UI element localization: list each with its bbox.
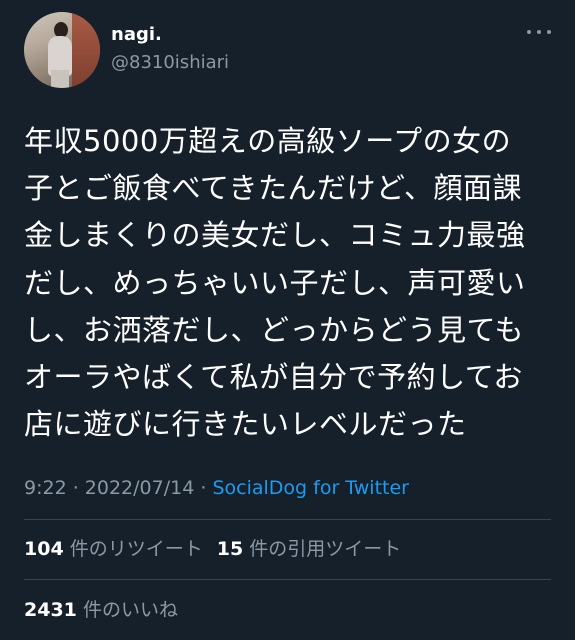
likes-label: 件のいいね bbox=[82, 599, 178, 621]
retweets-label: 件のリツイート bbox=[69, 538, 203, 560]
tweet-text-line: 金しまくりの美女だし、コミュ力最強 bbox=[24, 218, 526, 253]
divider bbox=[24, 579, 551, 580]
more-dot bbox=[527, 30, 531, 34]
tweet-text-line: 子とご飯食べてきたんだけど、顔面課 bbox=[24, 171, 523, 206]
likes-stat[interactable]: 2431 件のいいね bbox=[24, 599, 178, 621]
meta-separator: · bbox=[194, 477, 213, 499]
tweet-text: 年収5000万超えの高級ソープの女の 子とご飯食べてきたんだけど、顔面課 金しま… bbox=[24, 118, 554, 448]
more-dot bbox=[547, 30, 551, 34]
retweets-count: 104 bbox=[24, 538, 64, 560]
likes-stats-row: 2431 件のいいね bbox=[24, 598, 178, 622]
author-name[interactable]: nagi. bbox=[111, 24, 162, 46]
likes-count: 2431 bbox=[24, 599, 77, 621]
divider bbox=[24, 519, 551, 520]
tweet-text-line: し、お洒落だし、どっからどう見ても bbox=[24, 312, 525, 347]
tweet-source-link[interactable]: SocialDog for Twitter bbox=[212, 477, 409, 499]
quotes-count: 15 bbox=[216, 538, 244, 560]
tweet-text-line: 年収5000万超えの高級ソープの女の bbox=[24, 124, 512, 158]
retweet-stats-row: 104 件のリツイート 15 件の引用ツイート bbox=[24, 537, 401, 561]
retweets-stat[interactable]: 104 件のリツイート bbox=[24, 538, 203, 560]
quotes-label: 件の引用ツイート bbox=[249, 538, 402, 560]
tweet-date[interactable]: 2022/07/14 bbox=[85, 477, 195, 499]
tweet-meta: 9:22 · 2022/07/14 · SocialDog for Twitte… bbox=[24, 476, 409, 500]
more-dots-icon[interactable] bbox=[527, 26, 551, 38]
tweet-header: nagi. @8310ishiari bbox=[24, 12, 551, 88]
tweet-text-line: オーラやばくて私が自分で予約してお bbox=[24, 360, 523, 395]
more-dot bbox=[537, 30, 541, 34]
quotes-stat[interactable]: 15 件の引用ツイート bbox=[217, 538, 402, 560]
tweet-time[interactable]: 9:22 bbox=[24, 477, 67, 499]
avatar-figure-legs bbox=[51, 70, 69, 88]
author-handle[interactable]: @8310ishiari bbox=[111, 52, 229, 74]
avatar[interactable] bbox=[24, 12, 100, 88]
meta-separator: · bbox=[66, 477, 85, 499]
tweet-text-line: だし、めっちゃいい子だし、声可愛い bbox=[24, 265, 526, 300]
tweet-text-line: 店に遊びに行きたいレベルだった bbox=[24, 407, 467, 442]
avatar-background-wall bbox=[72, 12, 100, 88]
